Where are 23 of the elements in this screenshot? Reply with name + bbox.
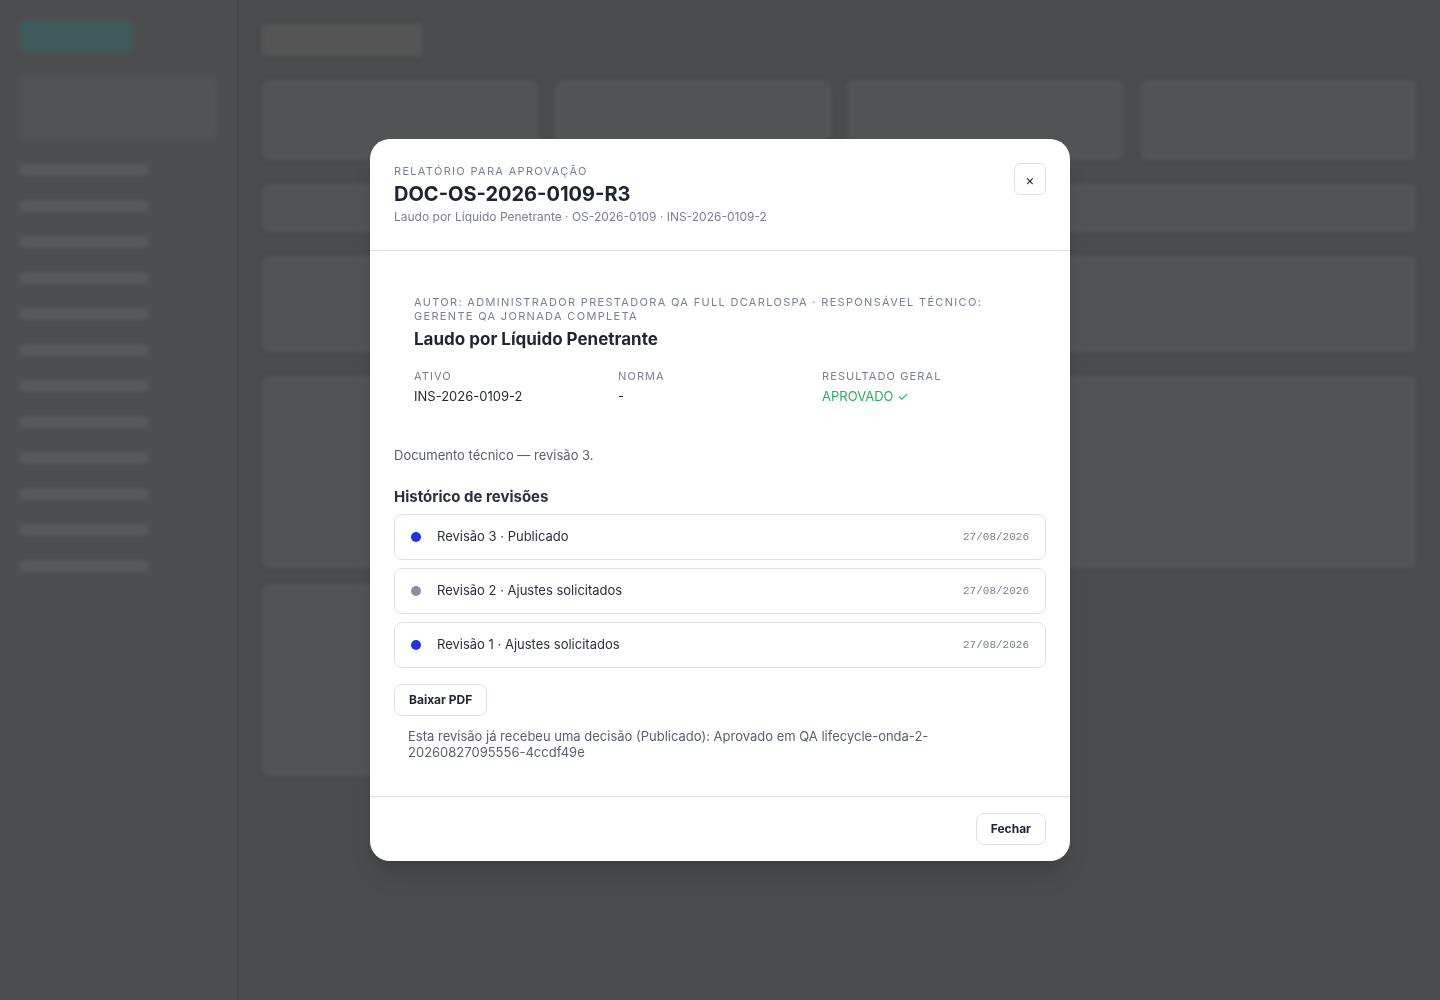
revision-label: Revisão 1 · Ajustes solicitados <box>437 635 620 655</box>
field-value: - <box>618 386 625 406</box>
description-text: Documento técnico — revisão 3. <box>394 446 595 465</box>
field-label: RESULTADO GERAL <box>822 368 943 385</box>
decision-notice: Esta revisão já recebeu uma decisão (Publicado): Aprovado em QA lifecycle-onda-2-20260827095556-4ccdf49e <box>407 728 930 760</box>
revision-label: Revisão 3 · Publicado <box>437 527 569 547</box>
dialog-eyebrow: RELATÓRIO PARA APROVAÇÃO <box>394 163 589 180</box>
section-heading: Histórico de revisões <box>394 485 550 508</box>
report-meta: AUTOR: ADMINISTRADOR PRESTADORA QA FULL DCARLOSPA · RESPONSÁVEL TÉCNICO: GERENTE QA JORNADA COMPLETA <box>414 294 984 323</box>
dialog-subtitle: Laudo por Líquido Penetrante · OS-2026-0109 · INS-2026-0109-2 <box>394 207 767 226</box>
download-pdf-button[interactable]: Baixar PDF <box>394 684 488 716</box>
dialog-title: DOC-OS-2026-0109-R3 <box>394 180 632 208</box>
revision-date: 27/08/2026 <box>963 583 1029 599</box>
revision-label: Revisão 2 · Ajustes solicitados <box>437 581 623 601</box>
close-button[interactable]: × <box>1014 163 1046 195</box>
field-label: ATIVO <box>414 368 453 385</box>
field-value: INS-2026-0109-2 <box>414 386 524 406</box>
field-label: NORMA <box>618 368 666 385</box>
revision-date: 27/08/2026 <box>963 529 1029 545</box>
revision-date: 27/08/2026 <box>963 637 1029 653</box>
field-value: APROVADO ✓ <box>822 386 910 406</box>
report-title: Laudo por Líquido Penetrante <box>414 327 659 351</box>
close-dialog-button[interactable]: Fechar <box>975 813 1046 845</box>
